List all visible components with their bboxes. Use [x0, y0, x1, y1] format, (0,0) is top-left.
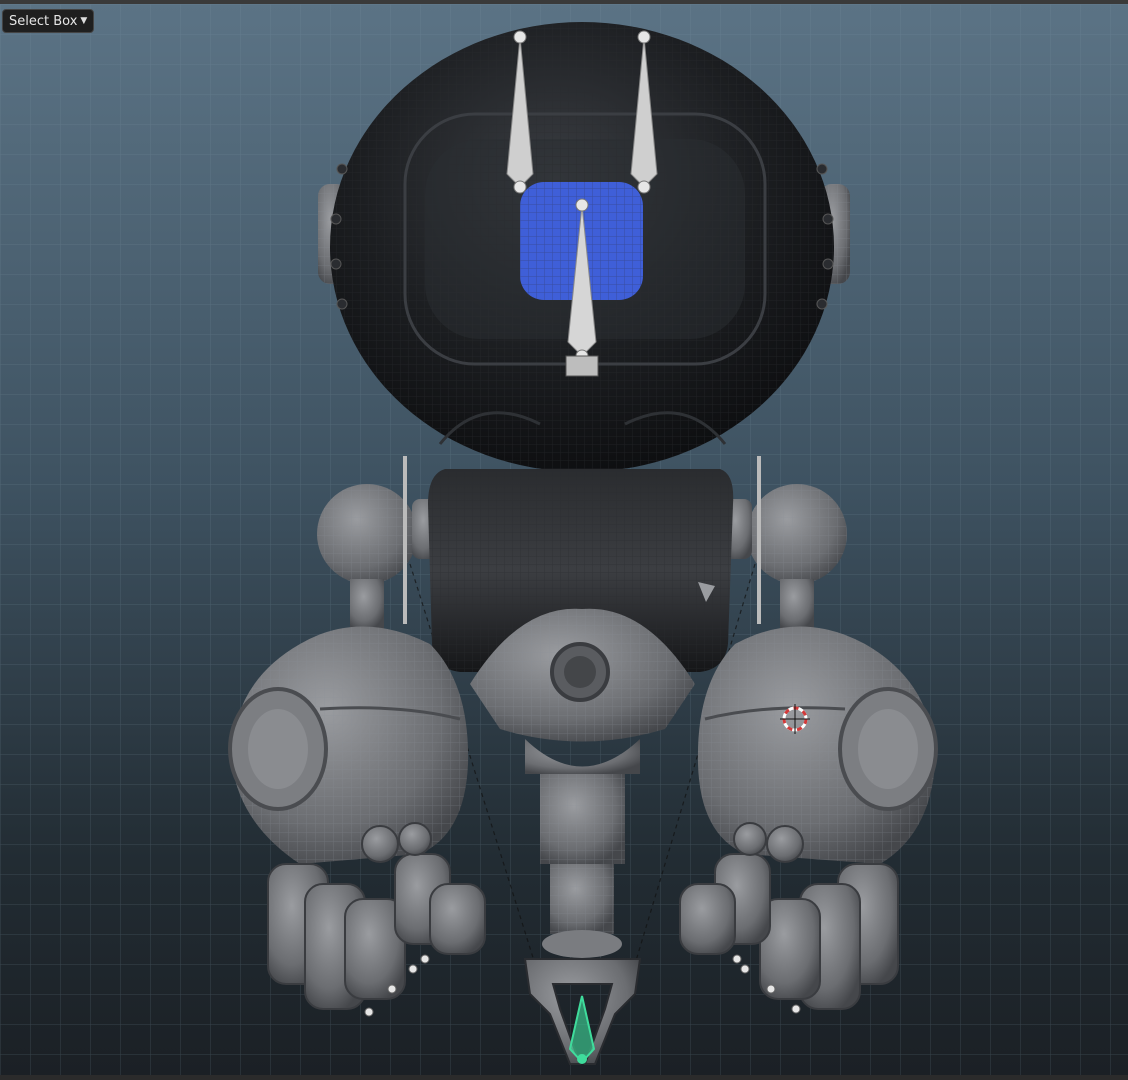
- robot-stem[interactable]: [540, 774, 625, 958]
- chevron-down-icon: ▼: [80, 16, 88, 26]
- window-bottom-edge: [0, 1075, 1128, 1080]
- viewport-scene[interactable]: [0, 4, 1128, 1075]
- 3d-viewport[interactable]: Select Box ▼: [0, 4, 1128, 1075]
- select-mode-label: Select Box: [9, 13, 78, 29]
- select-mode-dropdown[interactable]: Select Box ▼: [2, 9, 95, 33]
